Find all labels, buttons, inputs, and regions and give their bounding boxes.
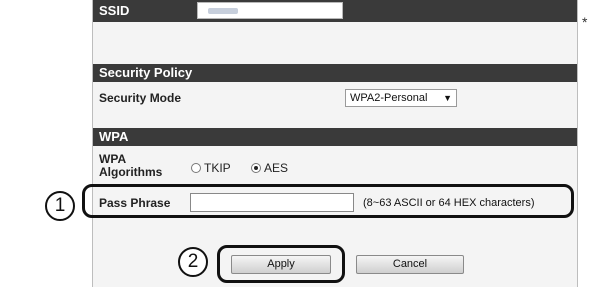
asterisk-note: * <box>582 14 588 30</box>
callout-pass-phrase <box>82 184 574 218</box>
ssid-field[interactable] <box>197 2 343 19</box>
security-mode-value: WPA2-Personal <box>350 92 428 104</box>
security-policy-title: Security Policy <box>99 65 193 80</box>
ssid-redacted-value <box>208 8 238 14</box>
radio-aes[interactable]: AES <box>251 161 288 175</box>
security-mode-select[interactable]: WPA2-Personal ▼ <box>345 89 457 107</box>
security-policy-header: Security Policy <box>93 64 577 82</box>
radio-aes-circle[interactable] <box>251 163 261 173</box>
wpa-algorithms-label: WPA Algorithms <box>99 153 162 179</box>
radio-tkip-circle[interactable] <box>191 163 201 173</box>
wpa-algorithms-label-line2: Algorithms <box>99 165 163 179</box>
wpa-header: WPA <box>93 128 577 146</box>
ssid-row: SSID <box>93 0 577 22</box>
radio-aes-label: AES <box>264 161 289 175</box>
radio-tkip-label: TKIP <box>204 161 231 175</box>
wpa-title: WPA <box>99 129 129 144</box>
settings-panel: SSID Security Policy Security Mode WPA2-… <box>92 0 578 287</box>
callout-apply <box>217 245 345 283</box>
step-marker-2: 2 <box>178 247 208 277</box>
cancel-button[interactable]: Cancel <box>356 255 464 274</box>
chevron-down-icon: ▼ <box>443 93 452 103</box>
ssid-label: SSID <box>99 3 130 18</box>
security-mode-label: Security Mode <box>99 91 182 105</box>
wpa-algorithms-label-line1: WPA <box>99 152 127 166</box>
step-marker-1: 1 <box>45 191 75 221</box>
radio-tkip[interactable]: TKIP <box>191 161 231 175</box>
